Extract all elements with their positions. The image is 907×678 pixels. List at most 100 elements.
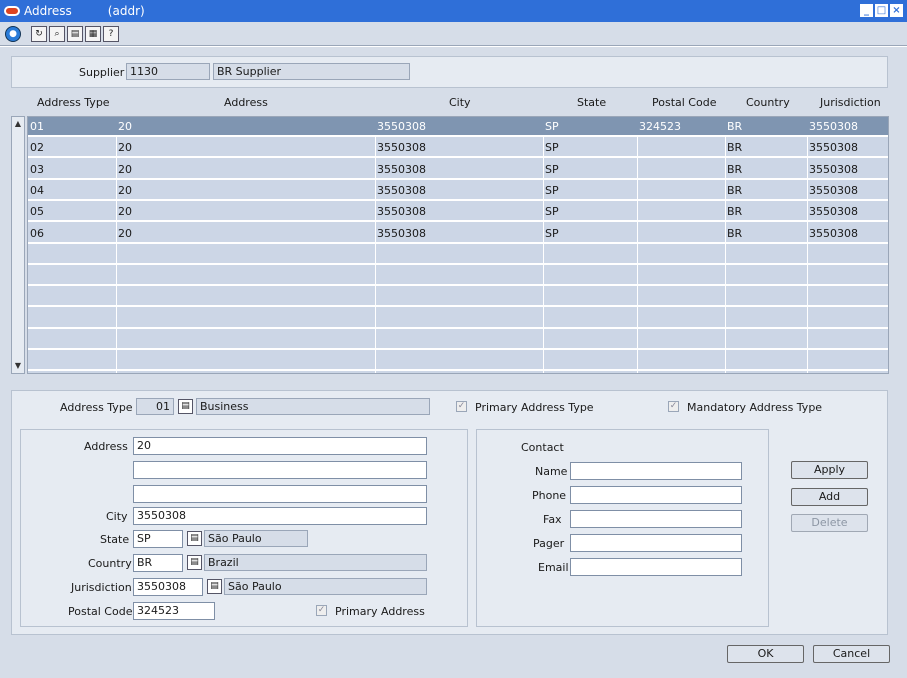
state-lov-icon[interactable]: ▤ (187, 531, 202, 546)
cell-address-type: 02 (30, 141, 44, 155)
contact-pager-input[interactable] (570, 534, 742, 552)
table-row[interactable] (28, 330, 888, 350)
cell-address: 20 (118, 120, 132, 133)
delete-button[interactable]: Delete (791, 514, 868, 532)
address-type-desc-field: Business (196, 398, 430, 415)
table-row[interactable]: 01 20 3550308 SP 324523 BR 3550308 (28, 117, 888, 137)
window-subtitle: (addr) (107, 4, 145, 18)
table-row[interactable] (28, 351, 888, 372)
cell-country: BR (727, 226, 743, 240)
jurisdiction-desc-field: São Paulo (224, 578, 427, 595)
address-line1-input[interactable]: 20 (133, 437, 427, 455)
contact-fax-label: Fax (543, 513, 562, 526)
contact-fax-input[interactable] (570, 510, 742, 528)
ok-button[interactable]: OK (727, 645, 804, 663)
state-input[interactable]: SP (133, 530, 183, 548)
cell-state: SP (545, 162, 559, 176)
cell-address: 20 (118, 162, 132, 176)
cell-city: 3550308 (377, 183, 426, 197)
cell-address-type: 06 (30, 226, 44, 240)
column-header-jurisdiction[interactable]: Jurisdiction (820, 96, 881, 109)
contact-pager-label: Pager (533, 537, 565, 550)
find-icon[interactable]: ⌕ (49, 25, 65, 42)
address-type-lov-icon[interactable]: ▤ (178, 399, 193, 414)
table-scrollbar[interactable]: ▲ ▼ (11, 116, 25, 374)
clipboard-icon[interactable]: ▤ (67, 25, 83, 42)
jurisdiction-label: Jurisdiction (71, 581, 132, 594)
cell-jurisdiction: 3550308 (809, 141, 858, 155)
cell-postal-code: 324523 (639, 120, 681, 133)
cell-country: BR (727, 120, 743, 133)
print-icon[interactable]: ▦ (85, 25, 101, 42)
contact-name-input[interactable] (570, 462, 742, 480)
cell-city: 3550308 (377, 162, 426, 176)
table-row[interactable]: 05 20 3550308 SP BR 3550308 (28, 202, 888, 223)
column-header-city[interactable]: City (449, 96, 471, 109)
column-header-address[interactable]: Address (224, 96, 268, 109)
cell-address-type: 04 (30, 183, 44, 197)
help-icon[interactable]: ? (103, 25, 119, 42)
apply-button[interactable]: Apply (791, 461, 868, 479)
column-header-state[interactable]: State (577, 96, 606, 109)
column-header-country[interactable]: Country (746, 96, 790, 109)
cell-country: BR (727, 141, 743, 155)
cell-jurisdiction: 3550308 (809, 226, 858, 240)
cell-state: SP (545, 141, 559, 155)
address-subpanel (20, 429, 468, 627)
cell-state: SP (545, 226, 559, 240)
primary-address-label: Primary Address (335, 605, 425, 618)
address-line3-input[interactable] (133, 485, 427, 503)
cell-address: 20 (118, 141, 132, 155)
globe-icon[interactable]: ● (5, 25, 21, 42)
refresh-icon[interactable]: ↻ (31, 25, 47, 42)
address-type-code-field[interactable]: 01 (136, 398, 174, 415)
cell-state: SP (545, 183, 559, 197)
table-row[interactable]: 06 20 3550308 SP BR 3550308 (28, 224, 888, 244)
table-row[interactable] (28, 266, 888, 287)
cell-state: SP (545, 205, 559, 219)
primary-address-type-label: Primary Address Type (475, 401, 594, 414)
table-row[interactable] (28, 287, 888, 308)
jurisdiction-input[interactable]: 3550308 (133, 578, 203, 596)
add-button[interactable]: Add (791, 488, 868, 506)
contact-email-input[interactable] (570, 558, 742, 576)
postal-code-label: Postal Code (68, 605, 133, 618)
minimize-icon[interactable]: _ (860, 4, 873, 17)
table-row[interactable]: 04 20 3550308 SP BR 3550308 (28, 181, 888, 201)
close-icon[interactable]: × (890, 4, 903, 17)
scroll-up-icon[interactable]: ▲ (13, 119, 23, 129)
cell-jurisdiction: 3550308 (809, 120, 858, 133)
column-header-address-type[interactable]: Address Type (37, 96, 110, 109)
contact-subpanel (476, 429, 769, 627)
maximize-icon[interactable]: □ (875, 4, 888, 17)
postal-code-input[interactable]: 324523 (133, 602, 215, 620)
address-label: Address (84, 440, 128, 453)
table-row[interactable] (28, 245, 888, 265)
cell-address: 20 (118, 205, 132, 219)
address-line2-input[interactable] (133, 461, 427, 479)
cell-address-type: 01 (30, 120, 44, 133)
jurisdiction-lov-icon[interactable]: ▤ (207, 579, 222, 594)
country-input[interactable]: BR (133, 554, 183, 572)
contact-title: Contact (521, 441, 564, 454)
column-header-postal-code[interactable]: Postal Code (652, 96, 716, 109)
contact-phone-label: Phone (532, 489, 567, 502)
scroll-down-icon[interactable]: ▼ (13, 361, 23, 371)
title-bar: Address (addr) _ □ × (0, 0, 907, 22)
table-row[interactable] (28, 309, 888, 329)
primary-address-checkbox[interactable]: ✓ (316, 605, 327, 616)
cell-address: 20 (118, 226, 132, 240)
city-input[interactable]: 3550308 (133, 507, 427, 525)
table-row[interactable]: 03 20 3550308 SP BR 3550308 (28, 160, 888, 180)
primary-address-type-checkbox: ✓ (456, 401, 467, 412)
cell-country: BR (727, 205, 743, 219)
cancel-button[interactable]: Cancel (813, 645, 890, 663)
window-title: Address (24, 4, 72, 18)
contact-name-label: Name (535, 465, 568, 478)
country-lov-icon[interactable]: ▤ (187, 555, 202, 570)
state-desc-field: São Paulo (204, 530, 308, 547)
mandatory-address-type-label: Mandatory Address Type (687, 401, 823, 414)
contact-phone-input[interactable] (570, 486, 742, 504)
oracle-logo-icon (4, 6, 20, 16)
table-row[interactable]: 02 20 3550308 SP BR 3550308 (28, 138, 888, 159)
